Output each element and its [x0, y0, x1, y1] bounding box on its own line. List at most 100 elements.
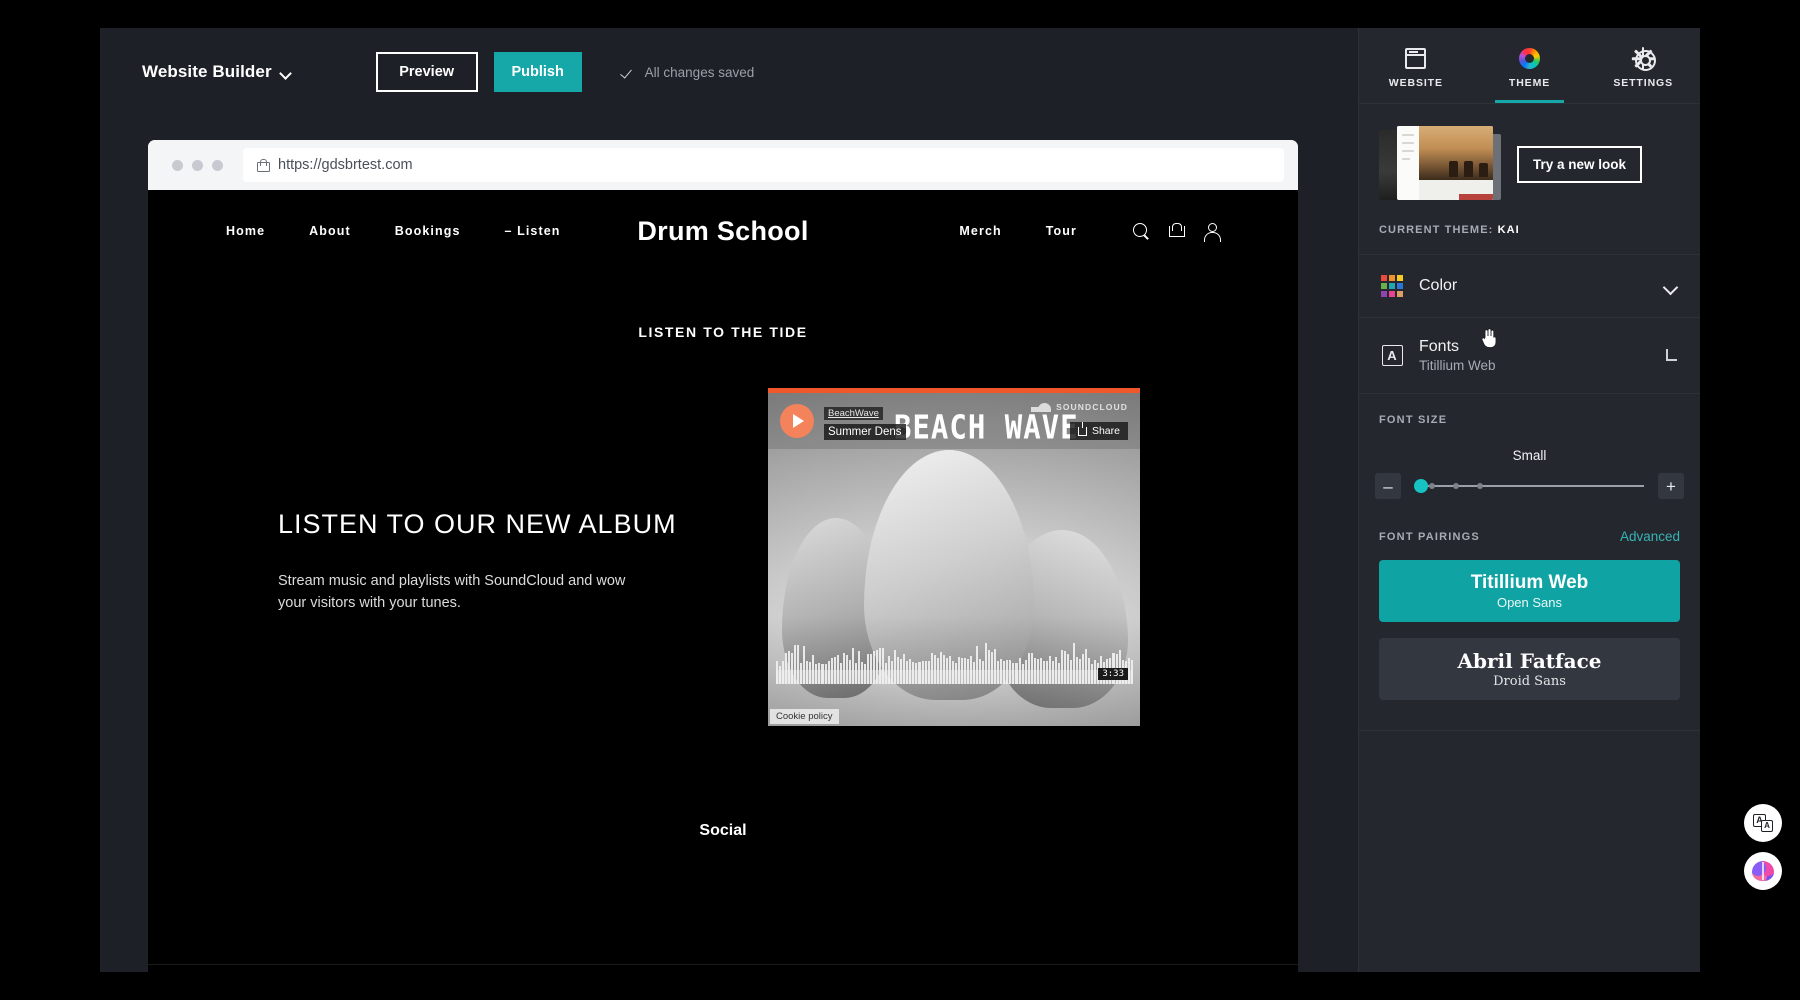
- waveform-bar: [967, 659, 969, 684]
- waveform-bar: [949, 656, 951, 684]
- site-preview-frame: https://gdsbrtest.com Home About Booking…: [148, 140, 1298, 972]
- color-swatch: [1389, 291, 1395, 297]
- waveform-bar: [1046, 661, 1048, 684]
- tab-website-label: WEBSITE: [1389, 77, 1443, 89]
- screen: Website Builder Preview Publish All chan…: [0, 0, 1800, 1000]
- waveform-bar: [931, 653, 933, 684]
- waveform-bar: [849, 660, 851, 684]
- waveform-bar: [791, 653, 793, 684]
- font-size-value: Small: [1359, 448, 1700, 463]
- font-a-glyph: A: [1382, 345, 1403, 366]
- app-menu-button[interactable]: Website Builder: [142, 62, 292, 82]
- user-icon[interactable]: [1203, 223, 1220, 240]
- brain-icon[interactable]: [1744, 852, 1782, 890]
- waveform-bar: [961, 658, 963, 684]
- hero-text: LISTEN TO OUR NEW ALBUM Stream music and…: [278, 388, 708, 726]
- waveform-bar: [825, 664, 827, 684]
- waveform-bar: [834, 657, 836, 685]
- waveform-bar: [1006, 660, 1008, 684]
- site-nav-item-tour[interactable]: Tour: [1046, 224, 1077, 238]
- waveform-bar: [1073, 643, 1075, 684]
- chevron-down-icon[interactable]: [281, 69, 292, 76]
- waveform-bar: [806, 661, 808, 684]
- font-pairings-header: FONT PAIRINGS Advanced: [1359, 499, 1700, 544]
- waveform-bar: [828, 661, 830, 684]
- color-row-main: Color: [1419, 277, 1650, 295]
- waveform-bar: [852, 648, 854, 684]
- window-dots: [172, 160, 223, 171]
- font-pairings-label: FONT PAIRINGS: [1379, 531, 1480, 543]
- font-size-decrease-button[interactable]: –: [1375, 473, 1401, 499]
- waveform-bar: [797, 645, 799, 684]
- color-row[interactable]: Color: [1359, 254, 1700, 317]
- waveform-bar: [821, 664, 823, 684]
- waveform-bar: [1009, 660, 1011, 684]
- waveform-bar: [922, 661, 924, 684]
- player-artist[interactable]: BeachWave: [824, 407, 883, 420]
- waveform-bar: [1064, 651, 1066, 684]
- gear-icon: [1633, 48, 1654, 69]
- save-status: All changes saved: [622, 65, 755, 80]
- try-new-look-button[interactable]: Try a new look: [1517, 146, 1642, 183]
- theme-thumbnail-stack[interactable]: [1379, 126, 1501, 202]
- player-duration: 3:33: [1098, 668, 1128, 680]
- site-nav-item-merch[interactable]: Merch: [959, 224, 1001, 238]
- tab-theme[interactable]: THEME: [1473, 28, 1587, 103]
- waveform-bar: [876, 650, 878, 684]
- player-meta: BeachWave Summer Dens: [824, 403, 906, 440]
- tab-website[interactable]: WEBSITE: [1359, 28, 1473, 103]
- share-button[interactable]: Share: [1070, 422, 1128, 440]
- waveform-bar: [864, 664, 866, 684]
- waveform-bar: [925, 661, 927, 684]
- waveform-bar: [976, 646, 978, 684]
- preview-button[interactable]: Preview: [376, 52, 478, 92]
- waveform-bar: [940, 652, 942, 684]
- font-pairing-option-1[interactable]: Titillium Web Open Sans: [1379, 560, 1680, 622]
- address-bar-url: https://gdsbrtest.com: [278, 157, 413, 173]
- chevron-down-icon[interactable]: [1664, 282, 1678, 291]
- site-nav-item-home[interactable]: Home: [226, 224, 265, 238]
- chevron-up-icon[interactable]: [1664, 349, 1680, 363]
- gear-teeth: [1633, 48, 1654, 69]
- slider-thumb[interactable]: [1414, 479, 1428, 493]
- thumbnail-hero-image: [1419, 126, 1493, 180]
- tab-settings[interactable]: SETTINGS: [1586, 28, 1700, 103]
- waveform-bar: [1019, 658, 1021, 684]
- theme-preview: Try a new look: [1359, 104, 1700, 202]
- cart-icon[interactable]: [1168, 223, 1185, 240]
- publish-button[interactable]: Publish: [494, 52, 582, 92]
- site-nav-item-listen[interactable]: – Listen: [505, 224, 561, 238]
- play-icon[interactable]: [780, 404, 814, 438]
- color-swatch: [1389, 275, 1395, 281]
- waveform-bar: [831, 658, 833, 684]
- waveform[interactable]: [776, 638, 1132, 684]
- fonts-row[interactable]: A Fonts Titillium Web: [1359, 317, 1700, 393]
- waveform-bar: [776, 661, 778, 684]
- thumbnail-accent: [1459, 194, 1493, 200]
- waveform-bar: [891, 661, 893, 684]
- translate-icon[interactable]: A A: [1744, 804, 1782, 842]
- advanced-link[interactable]: Advanced: [1620, 529, 1680, 544]
- waveform-bar: [915, 663, 917, 684]
- font-size-increase-button[interactable]: +: [1658, 473, 1684, 499]
- waveform-bar: [1012, 663, 1014, 684]
- font-size-slider[interactable]: [1415, 475, 1644, 497]
- site-content: LISTEN TO THE TIDE LISTEN TO OUR NEW ALB…: [148, 324, 1298, 840]
- waveform-bar: [873, 651, 875, 684]
- browser-chrome: https://gdsbrtest.com: [148, 140, 1298, 190]
- color-swatch: [1397, 275, 1403, 281]
- site-nav-item-bookings[interactable]: Bookings: [395, 224, 461, 238]
- waveform-bar: [1070, 660, 1072, 684]
- waveform-bar: [1052, 661, 1054, 684]
- font-pairing-option-2[interactable]: Abril Fatface Droid Sans: [1379, 638, 1680, 700]
- player-track-title[interactable]: Summer Dens: [824, 424, 906, 440]
- site-nav-item-about[interactable]: About: [309, 224, 351, 238]
- search-icon[interactable]: [1133, 223, 1150, 240]
- panel-divider: [1359, 730, 1700, 731]
- soundcloud-player[interactable]: BeachWave Summer Dens BEACH WAVE SOUNDCL…: [768, 388, 1140, 726]
- translate-glyphs: A A: [1753, 814, 1773, 832]
- address-bar[interactable]: https://gdsbrtest.com: [243, 148, 1284, 182]
- cloud-icon: [1031, 403, 1051, 412]
- tab-theme-label: THEME: [1509, 77, 1550, 89]
- cookie-policy-link[interactable]: Cookie policy: [770, 709, 839, 724]
